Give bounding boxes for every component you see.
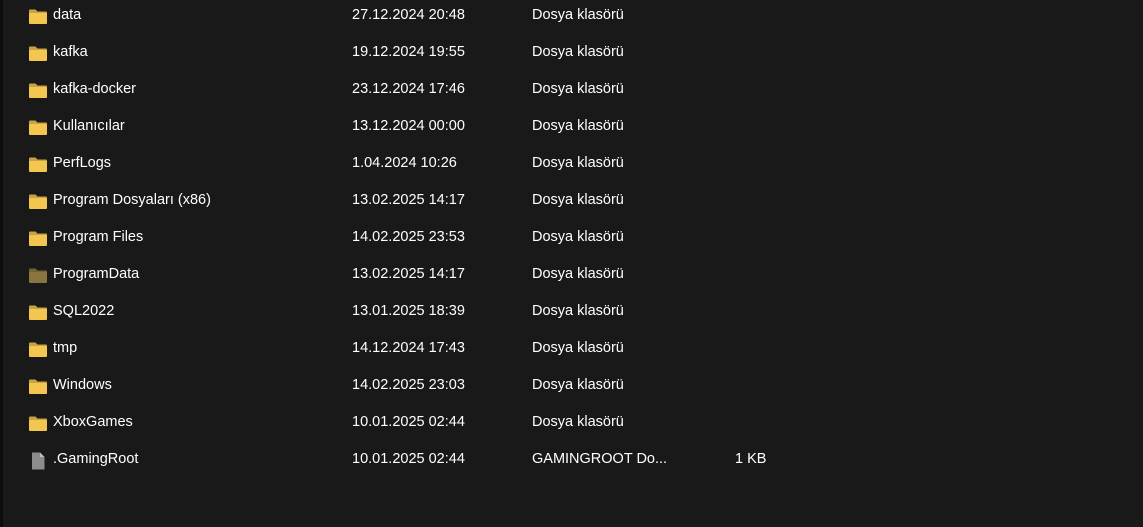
file-date-modified: 1.04.2024 10:26: [352, 155, 457, 171]
file-date-modified: 13.02.2025 14:17: [352, 192, 465, 208]
file-row[interactable]: data 27.12.2024 20:48 Dosya klasörü: [3, 0, 1143, 37]
file-name: SQL2022: [53, 303, 115, 319]
folder-icon: [29, 231, 47, 246]
file-date-modified: 14.02.2025 23:53: [352, 229, 465, 245]
file-row[interactable]: SQL2022 13.01.2025 18:39 Dosya klasörü: [3, 296, 1143, 333]
file-date-modified: 27.12.2024 20:48: [352, 7, 465, 23]
file-type: Dosya klasörü: [532, 155, 624, 171]
file-name: Windows: [53, 377, 112, 393]
file-row[interactable]: kafka-docker 23.12.2024 17:46 Dosya klasör…: [3, 74, 1143, 111]
file-date-modified: 23.12.2024 17:46: [352, 81, 465, 97]
file-size: 1 KB: [735, 451, 767, 467]
file-type: GAMINGROOT Do...: [532, 451, 668, 467]
file-date-modified: 10.01.2025 02:44: [352, 451, 465, 467]
file-name: Program Files: [53, 229, 144, 245]
file-row[interactable]: kafka 19.12.2024 19:55 Dosya klasörü: [3, 37, 1143, 74]
file-row[interactable]: Windows 14.02.2025 23:03 Dosya klasörü: [3, 370, 1143, 407]
file-date-modified: 14.02.2025 23:03: [352, 377, 465, 393]
folder-icon: [29, 9, 47, 24]
file-name: PerfLogs: [53, 155, 112, 171]
folder-icon: [29, 305, 47, 320]
file-type: Dosya klasörü: [532, 118, 624, 134]
file-name: ProgramData: [53, 266, 140, 282]
file-type: Dosya klasörü: [532, 81, 624, 97]
file-name: .GamingRoot: [53, 451, 139, 467]
file-date-modified: 10.01.2025 02:44: [352, 414, 465, 430]
file-row[interactable]: .GamingRoot 10.01.2025 02:44 GAMINGROOT Do…: [3, 444, 1143, 481]
file-row[interactable]: ProgramData 13.02.2025 14:17 Dosya klasörü: [3, 259, 1143, 296]
file-row[interactable]: tmp 14.12.2024 17:43 Dosya klasörü: [3, 333, 1143, 370]
file-type: Dosya klasörü: [532, 44, 624, 60]
file-icon: [32, 452, 45, 470]
folder-icon: [29, 342, 47, 357]
file-date-modified: 13.02.2025 14:17: [352, 266, 465, 282]
file-row[interactable]: PerfLogs 1.04.2024 10:26 Dosya klasörü: [3, 148, 1143, 185]
file-name: kafka: [53, 44, 88, 60]
folder-icon: [29, 120, 47, 135]
file-name: tmp: [53, 340, 78, 356]
file-type: Dosya klasörü: [532, 340, 624, 356]
file-row[interactable]: Kullanıcılar 13.12.2024 00:00 Dosya klasör…: [3, 111, 1143, 148]
file-type: Dosya klasörü: [532, 377, 624, 393]
file-name: data: [53, 7, 82, 23]
file-row[interactable]: XboxGames 10.01.2025 02:44 Dosya klasörü: [3, 407, 1143, 444]
file-date-modified: 14.12.2024 17:43: [352, 340, 465, 356]
folder-icon: [29, 416, 47, 431]
file-name: Program Dosyaları (x86): [53, 192, 211, 208]
file-row[interactable]: Program Dosyaları (x86) 13.02.2025 14:17 D…: [3, 185, 1143, 222]
file-name: kafka-docker: [53, 81, 137, 97]
file-type: Dosya klasörü: [532, 7, 624, 23]
file-type: Dosya klasörü: [532, 192, 624, 208]
file-type: Dosya klasörü: [532, 266, 624, 282]
file-list: data 27.12.2024 20:48 Dosya klasörü kafka 19…: [3, 0, 1143, 527]
file-name: Kullanıcılar: [53, 118, 125, 134]
folder-icon: [29, 46, 47, 61]
file-row[interactable]: Program Files 14.02.2025 23:53 Dosya klasö…: [3, 222, 1143, 259]
file-name: XboxGames: [53, 414, 133, 430]
file-type: Dosya klasörü: [532, 414, 624, 430]
file-date-modified: 13.12.2024 00:00: [352, 118, 465, 134]
file-date-modified: 13.01.2025 18:39: [352, 303, 465, 319]
file-type: Dosya klasörü: [532, 229, 624, 245]
folder-icon: [29, 83, 47, 98]
hidden-folder-icon: [29, 268, 47, 283]
folder-icon: [29, 379, 47, 394]
folder-icon: [29, 194, 47, 209]
file-type: Dosya klasörü: [532, 303, 624, 319]
file-date-modified: 19.12.2024 19:55: [352, 44, 465, 60]
folder-icon: [29, 157, 47, 172]
